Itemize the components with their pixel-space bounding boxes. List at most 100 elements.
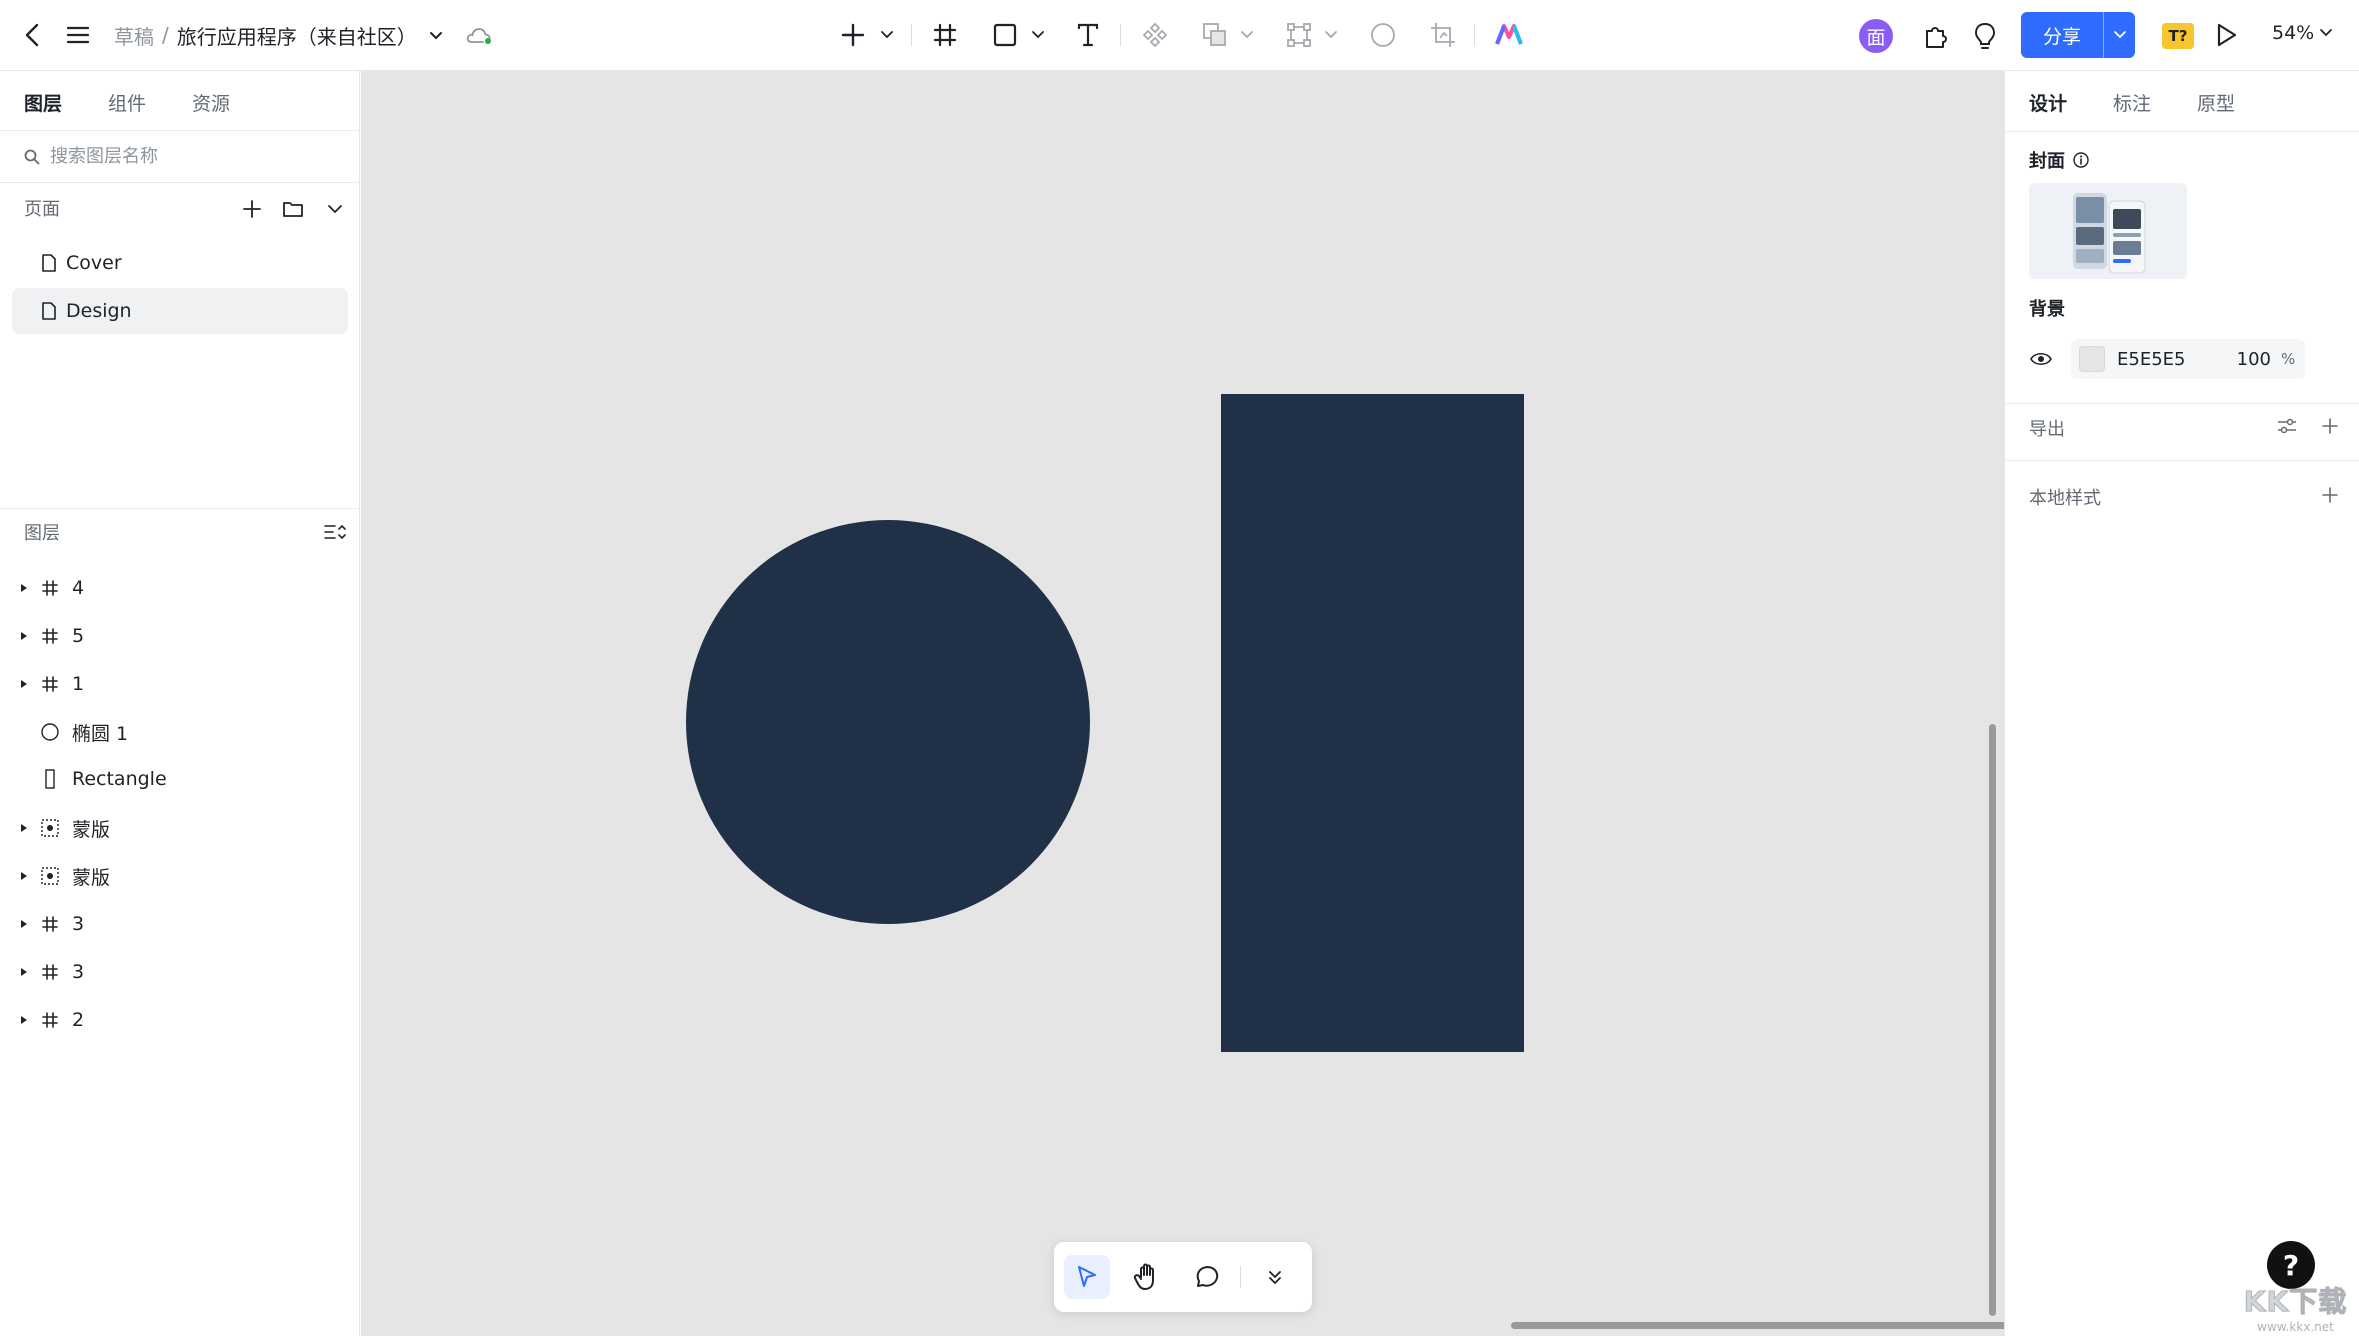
background-hex[interactable]: E5E5E5 bbox=[2117, 349, 2225, 370]
eye-icon[interactable] bbox=[2029, 349, 2053, 369]
right-tabs-divider bbox=[2005, 131, 2359, 132]
zoom-control[interactable]: 54% bbox=[2272, 22, 2333, 44]
export-settings-icon[interactable] bbox=[2275, 415, 2299, 437]
toolbar-divider bbox=[1120, 24, 1121, 46]
expand-caret-icon[interactable] bbox=[16, 1016, 32, 1024]
expand-caret-icon[interactable] bbox=[16, 584, 32, 592]
mask-layer-icon bbox=[38, 867, 62, 885]
layer-row[interactable]: 5 bbox=[0, 613, 360, 659]
ellipse-shape[interactable] bbox=[686, 520, 1090, 924]
frame-tool-icon[interactable] bbox=[930, 20, 960, 50]
search-input[interactable] bbox=[50, 146, 330, 167]
expand-caret-icon[interactable] bbox=[16, 680, 32, 688]
layer-row[interactable]: 4 bbox=[0, 565, 360, 611]
cover-thumbnail[interactable] bbox=[2029, 183, 2187, 279]
background-swatch[interactable] bbox=[2079, 346, 2105, 372]
pages-title: 页面 bbox=[24, 199, 60, 220]
mask-layer-icon bbox=[38, 819, 62, 837]
layer-row[interactable]: 3 bbox=[0, 949, 360, 995]
add-page-icon[interactable] bbox=[240, 197, 264, 221]
page-item-label: Cover bbox=[66, 252, 122, 274]
avatar[interactable]: 面 bbox=[1859, 19, 1893, 53]
component-icon[interactable] bbox=[1140, 20, 1170, 50]
left-tabs: 图层 组件 资源 bbox=[0, 71, 360, 131]
mask-icon[interactable] bbox=[1368, 20, 1398, 50]
play-icon[interactable] bbox=[2212, 20, 2242, 50]
expand-caret-icon[interactable] bbox=[16, 968, 32, 976]
move-tool-button[interactable] bbox=[1064, 1255, 1110, 1299]
frame-icon bbox=[38, 964, 62, 980]
cover-title: 封面 bbox=[2029, 151, 2065, 172]
tab-annotate[interactable]: 标注 bbox=[2113, 89, 2151, 116]
add-style-icon[interactable] bbox=[2319, 484, 2341, 506]
boolean-icon[interactable] bbox=[1200, 20, 1230, 50]
tab-prototype[interactable]: 原型 bbox=[2197, 89, 2235, 116]
double-chevron-down-icon bbox=[1268, 1269, 1282, 1285]
expand-caret-icon[interactable] bbox=[16, 632, 32, 640]
boolean-dropdown-icon[interactable] bbox=[1238, 27, 1256, 43]
vertical-scrollbar[interactable] bbox=[1989, 724, 1996, 1316]
vector-edit-icon[interactable] bbox=[1284, 20, 1314, 50]
layer-row[interactable]: Rectangle bbox=[0, 756, 360, 802]
info-icon[interactable] bbox=[2073, 152, 2089, 168]
tab-components[interactable]: 组件 bbox=[108, 89, 146, 116]
layer-row[interactable]: 椭圆 1 bbox=[0, 709, 360, 755]
rectangle-icon bbox=[38, 769, 62, 789]
add-dropdown-icon[interactable] bbox=[878, 27, 896, 43]
plugin-icon[interactable] bbox=[1920, 20, 1952, 52]
page-item-design[interactable]: Design bbox=[12, 288, 348, 334]
bottom-toolbar bbox=[1054, 1242, 1312, 1312]
hand-tool-button[interactable] bbox=[1124, 1255, 1170, 1299]
rectangle-shape[interactable] bbox=[1221, 394, 1524, 1052]
expand-caret-icon[interactable] bbox=[16, 824, 32, 832]
font-missing-badge[interactable]: T? bbox=[2162, 23, 2194, 49]
design-canvas[interactable] bbox=[361, 71, 2004, 1336]
menu-icon[interactable] bbox=[64, 21, 92, 49]
watermark-sub: www.kkx.net bbox=[2257, 1320, 2334, 1334]
page-item-label: Design bbox=[66, 300, 132, 322]
layer-row[interactable]: 1 bbox=[0, 661, 360, 707]
folder-icon[interactable] bbox=[281, 197, 305, 221]
background-color-field[interactable]: E5E5E5 100 % bbox=[2071, 339, 2305, 379]
tab-layers[interactable]: 图层 bbox=[24, 89, 62, 116]
add-icon[interactable] bbox=[838, 20, 868, 50]
file-name[interactable]: 旅行应用程序（来自社区） bbox=[177, 21, 417, 50]
layer-row[interactable]: 蒙版 bbox=[0, 853, 360, 899]
breadcrumb-parent[interactable]: 草稿 bbox=[114, 21, 154, 50]
chevron-down-icon[interactable] bbox=[429, 31, 443, 40]
expand-caret-icon[interactable] bbox=[16, 872, 32, 880]
collapse-pages-icon[interactable] bbox=[323, 197, 347, 221]
lightbulb-icon[interactable] bbox=[1969, 20, 2001, 52]
text-tool-icon[interactable] bbox=[1073, 20, 1103, 50]
share-dropdown-icon[interactable] bbox=[2104, 31, 2135, 39]
share-button[interactable]: 分享 bbox=[2021, 12, 2135, 58]
layer-row[interactable]: 3 bbox=[0, 901, 360, 947]
page-item-cover[interactable]: Cover bbox=[12, 240, 348, 286]
tab-design[interactable]: 设计 bbox=[2029, 89, 2067, 116]
page-icon bbox=[42, 254, 56, 272]
background-section-header: 背景 bbox=[2029, 295, 2065, 321]
layer-row[interactable]: 蒙版 bbox=[0, 805, 360, 851]
layer-row[interactable]: 2 bbox=[0, 997, 360, 1043]
background-opacity[interactable]: 100 bbox=[2225, 349, 2271, 370]
layer-label: 4 bbox=[72, 577, 85, 599]
layer-sort-icon[interactable] bbox=[322, 520, 348, 544]
rectangle-tool-icon[interactable] bbox=[990, 20, 1020, 50]
layer-label: 1 bbox=[72, 673, 85, 695]
add-export-icon[interactable] bbox=[2319, 415, 2341, 437]
expand-caret-icon[interactable] bbox=[16, 920, 32, 928]
tab-assets[interactable]: 资源 bbox=[192, 89, 230, 116]
horizontal-scrollbar[interactable] bbox=[1511, 1322, 2004, 1329]
crop-icon[interactable] bbox=[1428, 20, 1458, 50]
toolbar-divider bbox=[911, 24, 912, 46]
ai-plugin-icon[interactable] bbox=[1492, 20, 1526, 50]
chevron-down-icon bbox=[2320, 29, 2333, 37]
back-icon[interactable] bbox=[18, 20, 46, 50]
shape-dropdown-icon[interactable] bbox=[1029, 27, 1047, 43]
frame-icon bbox=[38, 916, 62, 932]
vector-dropdown-icon[interactable] bbox=[1322, 27, 1340, 43]
more-tools-button[interactable] bbox=[1252, 1255, 1298, 1299]
watermark: KK下载 www.kkx.net bbox=[2238, 1280, 2353, 1335]
comment-tool-button[interactable] bbox=[1184, 1255, 1230, 1299]
layers-title: 图层 bbox=[24, 523, 60, 544]
